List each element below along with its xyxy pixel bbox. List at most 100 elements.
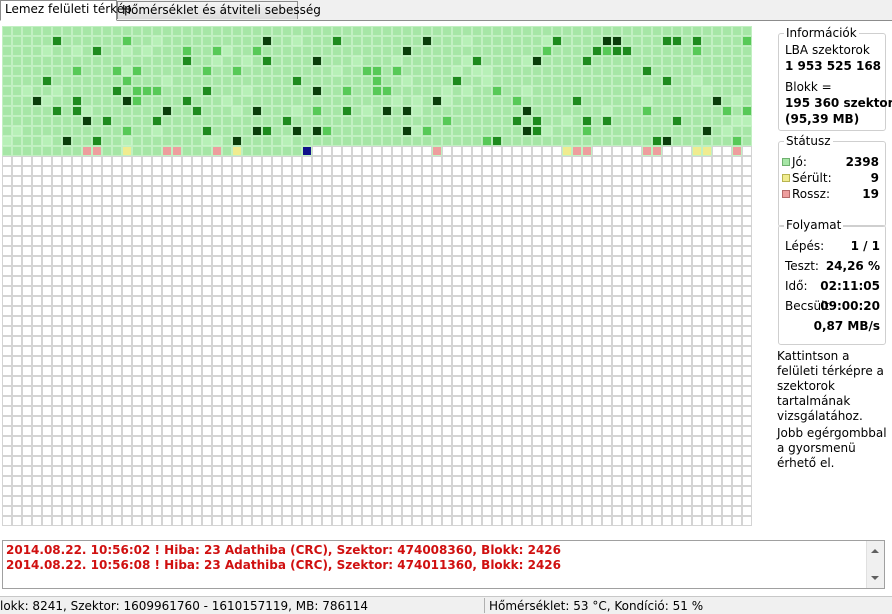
map-cell[interactable]: [472, 86, 482, 96]
map-cell[interactable]: [632, 486, 642, 496]
map-cell[interactable]: [212, 236, 222, 246]
map-cell[interactable]: [442, 276, 452, 286]
map-cell[interactable]: [442, 406, 452, 416]
map-cell[interactable]: [572, 176, 582, 186]
map-cell[interactable]: [642, 446, 652, 456]
map-cell[interactable]: [152, 326, 162, 336]
map-cell[interactable]: [492, 156, 502, 166]
map-cell[interactable]: [512, 346, 522, 356]
map-cell[interactable]: [452, 376, 462, 386]
map-cell[interactable]: [22, 216, 32, 226]
map-cell[interactable]: [642, 176, 652, 186]
map-cell[interactable]: [622, 106, 632, 116]
map-cell[interactable]: [602, 516, 612, 526]
map-cell[interactable]: [372, 356, 382, 366]
map-cell[interactable]: [722, 166, 732, 176]
map-cell[interactable]: [212, 416, 222, 426]
map-cell[interactable]: [112, 176, 122, 186]
map-cell[interactable]: [552, 196, 562, 206]
map-cell[interactable]: [592, 476, 602, 486]
map-cell[interactable]: [622, 316, 632, 326]
map-cell[interactable]: [742, 426, 752, 436]
map-cell[interactable]: [22, 196, 32, 206]
map-cell[interactable]: [612, 366, 622, 376]
map-cell[interactable]: [302, 466, 312, 476]
map-cell[interactable]: [382, 406, 392, 416]
map-cell[interactable]: [602, 226, 612, 236]
map-cell[interactable]: [422, 276, 432, 286]
map-cell[interactable]: [62, 426, 72, 436]
map-cell[interactable]: [72, 466, 82, 476]
map-cell[interactable]: [42, 286, 52, 296]
map-cell[interactable]: [102, 506, 112, 516]
map-cell[interactable]: [582, 126, 592, 136]
map-cell[interactable]: [612, 336, 622, 346]
map-cell[interactable]: [392, 66, 402, 76]
map-cell[interactable]: [222, 346, 232, 356]
map-cell[interactable]: [552, 396, 562, 406]
map-cell[interactable]: [462, 276, 472, 286]
map-cell[interactable]: [612, 376, 622, 386]
map-cell[interactable]: [352, 326, 362, 336]
map-cell[interactable]: [452, 366, 462, 376]
map-cell[interactable]: [152, 26, 162, 36]
map-cell[interactable]: [682, 416, 692, 426]
map-cell[interactable]: [422, 126, 432, 136]
map-cell[interactable]: [252, 156, 262, 166]
map-cell[interactable]: [592, 416, 602, 426]
map-cell[interactable]: [162, 456, 172, 466]
map-cell[interactable]: [282, 66, 292, 76]
map-cell[interactable]: [352, 386, 362, 396]
map-cell[interactable]: [112, 146, 122, 156]
map-cell[interactable]: [732, 286, 742, 296]
map-cell[interactable]: [122, 386, 132, 396]
map-cell[interactable]: [632, 506, 642, 516]
map-cell[interactable]: [62, 86, 72, 96]
map-cell[interactable]: [472, 196, 482, 206]
surface-map[interactable]: [2, 26, 752, 531]
map-cell[interactable]: [242, 396, 252, 406]
map-cell[interactable]: [322, 116, 332, 126]
map-cell[interactable]: [692, 106, 702, 116]
map-cell[interactable]: [522, 226, 532, 236]
map-cell[interactable]: [142, 196, 152, 206]
map-cell[interactable]: [132, 446, 142, 456]
map-cell[interactable]: [672, 406, 682, 416]
map-cell[interactable]: [662, 26, 672, 36]
map-cell[interactable]: [722, 326, 732, 336]
map-cell[interactable]: [642, 116, 652, 126]
map-cell[interactable]: [32, 266, 42, 276]
map-cell[interactable]: [712, 246, 722, 256]
map-cell[interactable]: [302, 346, 312, 356]
map-cell[interactable]: [12, 306, 22, 316]
map-cell[interactable]: [252, 276, 262, 286]
map-cell[interactable]: [12, 166, 22, 176]
map-cell[interactable]: [242, 246, 252, 256]
map-cell[interactable]: [122, 106, 132, 116]
map-cell[interactable]: [222, 136, 232, 146]
map-cell[interactable]: [252, 306, 262, 316]
map-cell[interactable]: [42, 76, 52, 86]
map-cell[interactable]: [152, 96, 162, 106]
map-cell[interactable]: [492, 316, 502, 326]
map-cell[interactable]: [282, 376, 292, 386]
map-cell[interactable]: [532, 306, 542, 316]
map-cell[interactable]: [532, 156, 542, 166]
map-cell[interactable]: [22, 156, 32, 166]
map-cell[interactable]: [682, 206, 692, 216]
map-cell[interactable]: [412, 336, 422, 346]
map-cell[interactable]: [602, 396, 612, 406]
map-cell[interactable]: [712, 216, 722, 226]
map-cell[interactable]: [582, 436, 592, 446]
map-cell[interactable]: [52, 496, 62, 506]
map-cell[interactable]: [202, 296, 212, 306]
map-cell[interactable]: [432, 116, 442, 126]
map-cell[interactable]: [72, 426, 82, 436]
map-cell[interactable]: [392, 246, 402, 256]
map-cell[interactable]: [342, 166, 352, 176]
map-cell[interactable]: [562, 286, 572, 296]
map-cell[interactable]: [502, 316, 512, 326]
map-cell[interactable]: [552, 226, 562, 236]
map-cell[interactable]: [492, 416, 502, 426]
map-cell[interactable]: [302, 436, 312, 446]
